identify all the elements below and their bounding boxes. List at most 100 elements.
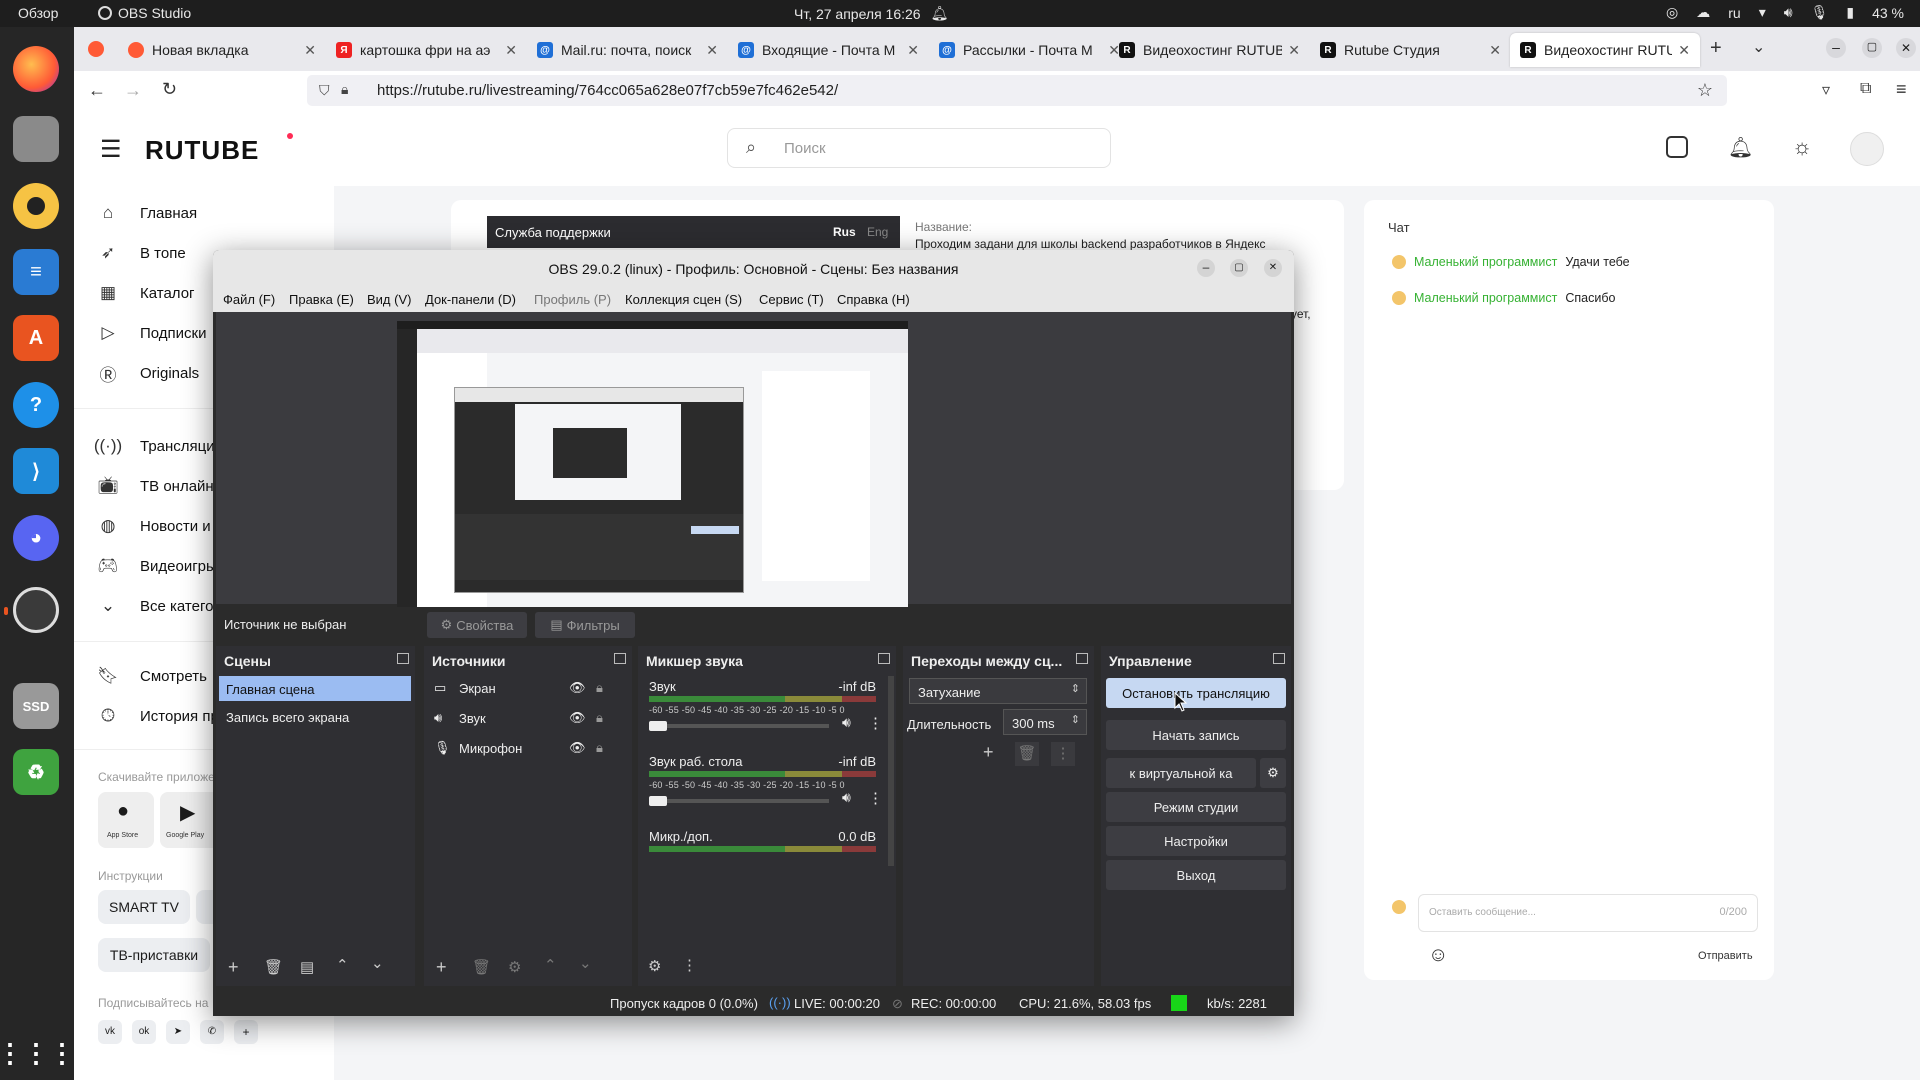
viber-icon[interactable]: ✆ [200, 1020, 224, 1044]
chevron-up-icon[interactable]: ⌃ [544, 956, 557, 974]
add-icon[interactable]: + [983, 742, 994, 763]
source-item[interactable]: ▭ Экран 👁︎ 🔒︎ [434, 680, 624, 702]
close-icon[interactable]: ✕ [304, 42, 316, 59]
menu-view[interactable]: Вид (V) [367, 292, 411, 307]
browser-tab[interactable]: Новая вкладка ✕ [118, 33, 326, 67]
mixer-scrollbar[interactable] [888, 676, 894, 866]
hamburger-icon[interactable]: ☰ [100, 135, 122, 164]
more-options-icon[interactable]: ⋮ [868, 714, 883, 732]
sidebar-item-games[interactable]: 🎮︎ Видеоигры [97, 556, 217, 576]
docker-tray-icon[interactable]: ☁ [1696, 4, 1710, 21]
minimize-window-button[interactable]: – [1197, 259, 1215, 277]
sidebar-item-originals[interactable]: Ⓡ Originals [98, 363, 200, 385]
scene-item-selected[interactable]: Главная сцена [219, 676, 411, 701]
duration-input[interactable]: 300 ms ⇕ [1003, 709, 1087, 735]
undock-icon[interactable] [878, 653, 890, 664]
start-recording-button[interactable]: Начать запись [1106, 720, 1286, 750]
app-store-button[interactable]: ● App Store [98, 792, 154, 848]
source-item[interactable]: 🎙︎ Микрофон 👁︎ 🔒︎ [434, 740, 624, 762]
chevron-updown-icon[interactable]: ⇕ [1071, 713, 1080, 726]
chevron-down-icon[interactable]: ⌄ [579, 954, 592, 972]
notifications-icon[interactable]: 🔔︎ [1728, 135, 1753, 160]
menu-help[interactable]: Справка (H) [837, 292, 910, 307]
menu-profile[interactable]: Профиль (P) [534, 292, 611, 307]
close-window-button[interactable]: ✕ [1896, 38, 1916, 58]
lock-icon[interactable]: 🔒︎ [596, 710, 603, 726]
obs-tray-icon[interactable]: ◎ [1666, 4, 1678, 21]
speaker-icon[interactable]: 🔊︎ [842, 714, 851, 731]
rhythmbox-icon[interactable] [13, 183, 59, 229]
back-button[interactable]: ← [88, 80, 106, 101]
start-virtual-camera-button[interactable]: к виртуальной ка [1106, 758, 1256, 788]
ok-icon[interactable]: ok [132, 1020, 156, 1044]
trash-icon[interactable]: 🗑︎ [264, 958, 283, 976]
upload-icon[interactable] [1666, 136, 1688, 158]
settings-button[interactable]: Настройки [1106, 826, 1286, 856]
sidebar-item-subscriptions[interactable]: ▷ Подписки [98, 323, 206, 343]
app-center-icon[interactable]: A [13, 315, 59, 361]
search-input[interactable]: Поиск [784, 140, 826, 157]
extensions-icon[interactable]: ⧉ [1860, 80, 1871, 98]
tab-list-chevron-icon[interactable]: ⌄ [1752, 37, 1765, 57]
minimize-window-button[interactable]: – [1826, 38, 1846, 58]
close-icon[interactable]: ✕ [1288, 42, 1300, 59]
smart-tv-button[interactable]: SMART TV [98, 890, 190, 924]
chevron-up-icon[interactable]: ⌃ [336, 956, 349, 974]
browser-tab[interactable]: R Rutube Студия ✕ [1310, 33, 1511, 67]
stop-streaming-button[interactable]: Остановить трансляцию [1106, 678, 1286, 708]
transition-select[interactable]: Затухание ⇕ [909, 678, 1087, 704]
firefox-view-icon[interactable] [88, 41, 104, 57]
gear-icon[interactable]: ⚙ [648, 957, 661, 975]
add-icon[interactable]: + [436, 957, 447, 978]
sidebar-item-news[interactable]: ◍ Новости и [98, 516, 211, 536]
active-app-menu[interactable]: OBS Studio [98, 5, 191, 21]
language-indicator[interactable]: ru [1728, 5, 1740, 21]
theme-toggle-icon[interactable]: ☼ [1792, 134, 1812, 160]
close-icon[interactable]: ✕ [505, 42, 517, 59]
menu-scene-collection[interactable]: Коллекция сцен (S) [625, 292, 742, 307]
browser-tab[interactable]: Якартошка фри на аэ ✕ [326, 33, 527, 67]
support-lang-eng[interactable]: Eng [867, 225, 888, 239]
vk-icon[interactable]: vk [98, 1020, 122, 1044]
virtual-camera-settings-button[interactable]: ⚙ [1260, 758, 1286, 788]
tv-boxes-button[interactable]: ТВ-приставки [98, 938, 210, 972]
writer-icon[interactable]: ≡ [13, 249, 59, 295]
browser-tab[interactable]: @ Рассылки - Почта М ✕ [929, 33, 1130, 67]
source-item[interactable]: 🔊︎ Звук 👁︎ 🔒︎ [434, 710, 624, 732]
menu-tools[interactable]: Сервис (T) [759, 292, 824, 307]
emoji-icon[interactable]: ☺ [1428, 944, 1448, 967]
speaker-icon[interactable]: 🔊︎ [842, 789, 851, 806]
pocket-icon[interactable]: ▿ [1822, 80, 1830, 100]
volume-slider[interactable] [649, 796, 829, 806]
firefox-icon[interactable] [13, 46, 59, 92]
menu-docks[interactable]: Док-панели (D) [425, 292, 516, 307]
menu-edit[interactable]: Правка (E) [289, 292, 354, 307]
more-options-icon[interactable]: ⋮ [868, 789, 883, 807]
chat-author[interactable]: Маленький программист [1414, 291, 1557, 305]
clock[interactable]: Чт, 27 апреля 16:26 🔔︎ [794, 5, 948, 22]
studio-mode-button[interactable]: Режим студии [1106, 792, 1286, 822]
close-icon[interactable]: ✕ [706, 42, 718, 59]
sidebar-item-home[interactable]: ⌂ Главная [98, 203, 197, 223]
forward-button[interactable]: → [124, 80, 142, 101]
volume-slider[interactable] [649, 721, 829, 731]
exit-button[interactable]: Выход [1106, 860, 1286, 890]
address-bar[interactable]: ⛉ 🔒︎ https://rutube.ru/livestreaming/764… [307, 75, 1727, 106]
sidebar-item-history[interactable]: 🕓︎ История пр [98, 706, 219, 726]
close-icon[interactable]: ✕ [1678, 42, 1690, 59]
vscode-icon[interactable]: ⟩ [13, 448, 59, 494]
menu-file[interactable]: Файл (F) [223, 292, 275, 307]
chat-author[interactable]: Маленький программист [1414, 255, 1557, 269]
sidebar-item-watch-later[interactable]: 🔖︎ Смотреть [97, 666, 207, 686]
more-options-icon[interactable]: ⋮ [682, 956, 697, 974]
browser-tab[interactable]: R Видеохостинг RUTUB ✕ [1109, 33, 1310, 67]
chevron-down-icon[interactable]: ⌄ [371, 954, 384, 972]
undock-icon[interactable] [397, 653, 409, 664]
undock-icon[interactable] [1076, 653, 1088, 664]
more-options-icon[interactable]: ⋮ [1051, 742, 1075, 766]
search-box[interactable]: ⌕ Поиск [727, 128, 1111, 168]
close-icon[interactable]: ✕ [1489, 42, 1501, 59]
new-tab-button[interactable]: + [1710, 37, 1722, 60]
trash-icon[interactable]: 🗑︎ [472, 958, 491, 976]
browser-tab[interactable]: @ Mail.ru: почта, поиск ✕ [527, 33, 728, 67]
